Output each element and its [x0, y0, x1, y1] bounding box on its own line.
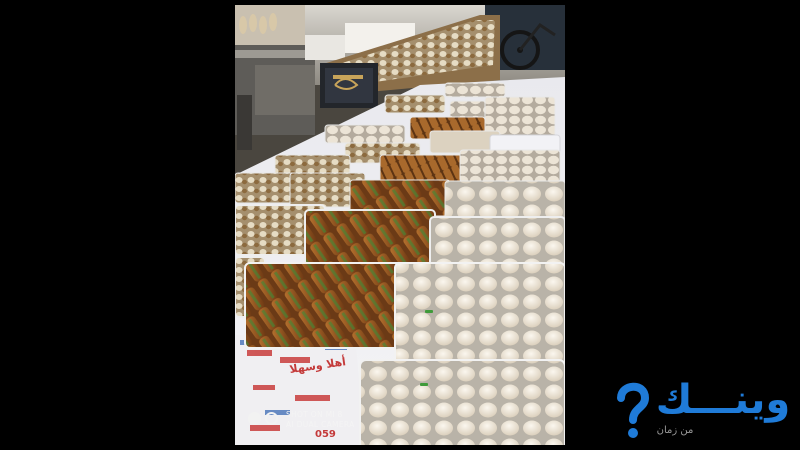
site-logo: وينـــك من زمان	[615, 378, 795, 443]
sweets-display-scene: أهلا وسهلا 059	[235, 5, 565, 445]
camera-dots-icon	[248, 412, 282, 428]
camera-watermark: SHOT ON MI 8 AI DUAL CAMERA	[248, 410, 398, 436]
logo-text: وينـــك	[655, 377, 791, 423]
watermark-line-1: SHOT ON MI 8	[286, 410, 343, 419]
photo: أهلا وسهلا 059	[235, 5, 565, 445]
watermark-line-2: AI DUAL CAMERA	[286, 420, 355, 429]
logo-subtitle: من زمان	[656, 425, 694, 436]
